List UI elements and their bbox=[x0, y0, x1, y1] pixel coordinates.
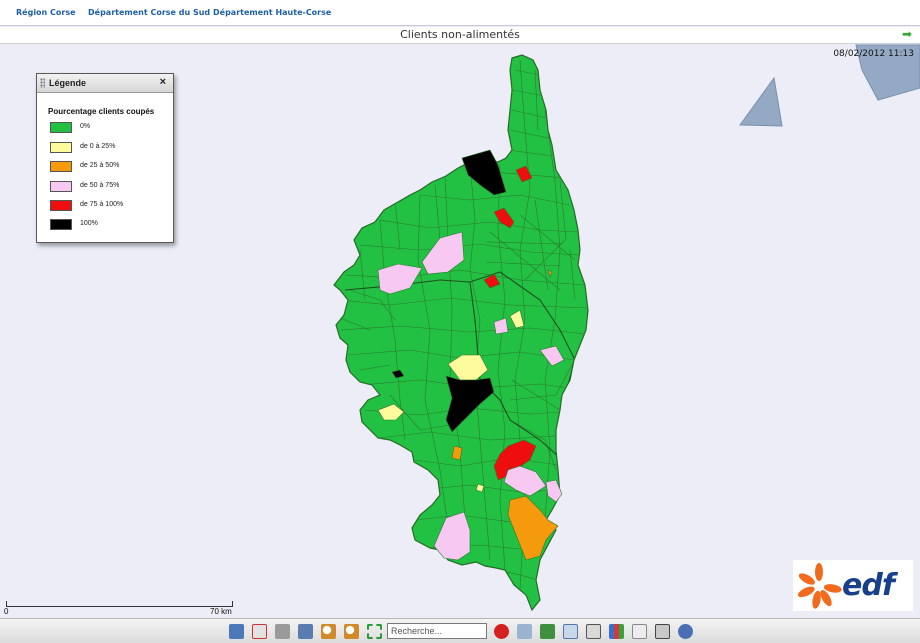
next-arrow-icon[interactable]: ➡ bbox=[902, 27, 912, 41]
nav-region-corse[interactable]: Région Corse bbox=[16, 8, 76, 17]
drag-handle-icon[interactable] bbox=[40, 78, 45, 88]
legend-swatch bbox=[50, 142, 72, 153]
top-navigation: Région Corse Département Corse du Sud Dé… bbox=[0, 0, 920, 26]
legend-swatch bbox=[50, 122, 72, 133]
export-icon[interactable] bbox=[298, 624, 313, 639]
print-icon[interactable] bbox=[275, 624, 290, 639]
nav-haute-corse[interactable]: Département Haute-Corse bbox=[213, 8, 331, 17]
legend-label: 0% bbox=[80, 123, 91, 130]
clear-search-icon[interactable] bbox=[494, 624, 509, 639]
nav-corse-du-sud[interactable]: Département Corse du Sud bbox=[88, 8, 210, 17]
mainland-shape bbox=[739, 76, 783, 127]
edf-logo: edf bbox=[793, 560, 913, 611]
bottom-toolbar bbox=[0, 618, 920, 643]
legend-title: Légende bbox=[49, 78, 87, 88]
map-title-bar: Clients non-alimentés ➡ bbox=[0, 27, 920, 44]
scale-end-label: 70 km bbox=[210, 607, 232, 616]
report-icon[interactable] bbox=[632, 624, 647, 639]
legend-label: de 50 à 75% bbox=[80, 182, 120, 189]
legend-swatch bbox=[50, 200, 72, 211]
tree-icon[interactable] bbox=[540, 624, 555, 639]
search-input[interactable] bbox=[387, 623, 487, 639]
zoom-out-icon[interactable] bbox=[344, 624, 359, 639]
legend-swatch bbox=[50, 181, 72, 192]
panel-icon[interactable] bbox=[586, 624, 601, 639]
scale-start-label: 0 bbox=[4, 607, 9, 616]
info-icon[interactable] bbox=[678, 624, 693, 639]
chart-icon[interactable] bbox=[609, 624, 624, 639]
legend-subtitle: Pourcentage clients coupés bbox=[48, 107, 155, 116]
save-icon[interactable] bbox=[229, 624, 244, 639]
zoom-in-icon[interactable] bbox=[321, 624, 336, 639]
full-extent-icon[interactable] bbox=[367, 624, 382, 639]
map-datetime: 08/02/2012 11:13 bbox=[833, 49, 914, 59]
scale-bar bbox=[6, 601, 233, 607]
legend-header[interactable]: Légende × bbox=[37, 74, 173, 93]
legend-swatch bbox=[50, 161, 72, 172]
close-icon[interactable]: × bbox=[160, 76, 166, 88]
layers-icon[interactable] bbox=[655, 624, 670, 639]
legend-label: de 75 à 100% bbox=[80, 201, 124, 208]
edf-flower-icon bbox=[797, 563, 842, 609]
copy-icon[interactable] bbox=[517, 624, 532, 639]
layout-icon[interactable] bbox=[563, 624, 578, 639]
legend-label: de 25 à 50% bbox=[80, 162, 120, 169]
legend-label: de 0 à 25% bbox=[80, 143, 116, 150]
legend-panel: Légende × Pourcentage clients coupés 0% … bbox=[36, 73, 174, 243]
legend-swatch bbox=[50, 219, 72, 230]
pdf-icon[interactable] bbox=[252, 624, 267, 639]
legend-label: 100% bbox=[80, 220, 98, 227]
map-title: Clients non-alimentés bbox=[400, 28, 520, 41]
edf-logo-text: edf bbox=[842, 568, 895, 603]
